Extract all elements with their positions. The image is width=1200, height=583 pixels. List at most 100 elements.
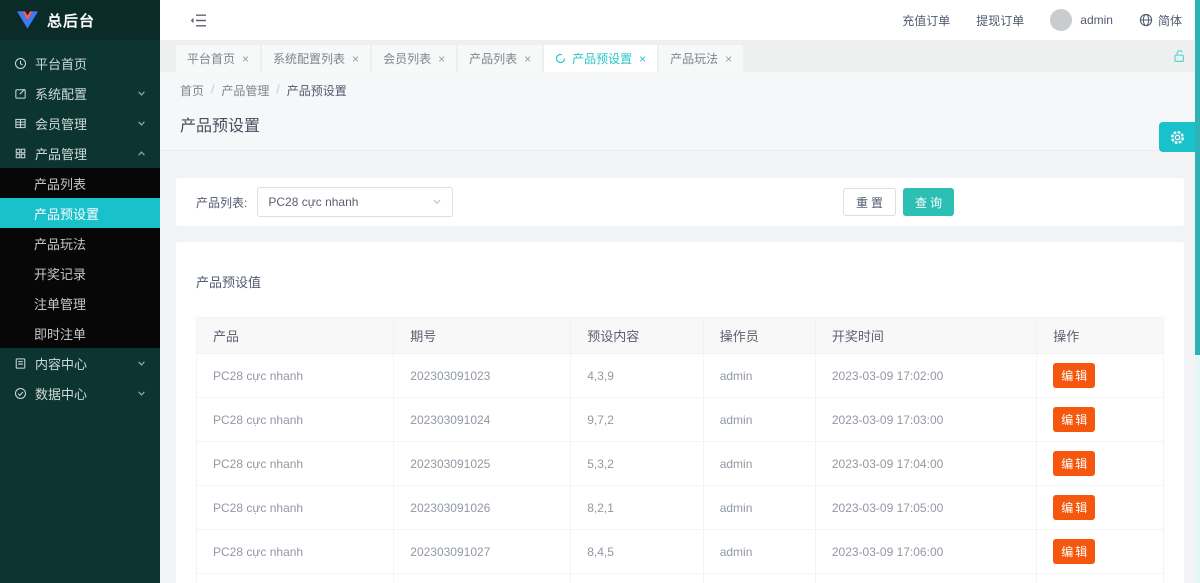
action-cell: 编辑 [1037,574,1164,583]
product-cell: PC28 cực nhanh [197,530,394,574]
breadcrumb-item[interactable]: 产品管理 [221,82,269,99]
clock-icon [14,57,27,70]
draw-time-cell: 2023-03-09 17:04:00 [815,442,1036,486]
product-list-label: 产品列表: [196,194,247,211]
menu-fold-icon[interactable] [190,13,207,28]
issue-cell: 202303091023 [394,354,571,398]
reset-button[interactable]: 重置 [843,188,896,216]
action-cell: 编辑 [1037,530,1164,574]
issue-cell: 202303091026 [394,486,571,530]
edit-button[interactable]: 编辑 [1053,539,1095,564]
sidebar-item-label: 平台首页 [35,54,87,73]
sidebar-item-edit[interactable]: 系统配置 [0,78,160,108]
action-cell: 编辑 [1037,442,1164,486]
breadcrumb-separator: / [276,82,279,99]
check-circle-icon [14,387,27,400]
filter-card: 产品列表: PC28 cực nhanh 重置 查询 [176,178,1184,226]
table-header-row: 产品期号预设内容操作员开奖时间操作 [197,318,1164,354]
sidebar-item-table[interactable]: 会员管理 [0,108,160,138]
operator-cell: admin [703,398,815,442]
close-icon[interactable]: × [725,53,732,65]
sidebar-item-label: 系统配置 [35,84,87,103]
chevron-down-icon [137,389,146,398]
chevron-down-icon [432,197,442,207]
scrollbar-thumb[interactable] [1195,0,1200,355]
table-row: PC28 cực nhanh2023030910255,3,2admin2023… [197,442,1164,486]
sidebar-item-label: 产品管理 [35,144,87,163]
tab-产品列表[interactable]: 产品列表 × [458,45,542,72]
tab-系统配置列表[interactable]: 系统配置列表× [262,45,370,72]
page-header: 首页/产品管理/产品预设置 产品预设置 [160,72,1200,151]
edit-button[interactable]: 编辑 [1053,451,1095,476]
logo[interactable]: 总后台 [0,0,160,40]
tab-bar: 平台首页×系统配置列表×会员列表×产品列表×产品预设置×产品玩法× [160,40,1200,72]
breadcrumb-item[interactable]: 首页 [180,82,204,99]
unlock-icon[interactable] [1172,49,1186,63]
tab-平台首页[interactable]: 平台首页× [176,45,260,72]
close-icon[interactable]: × [352,53,359,65]
draw-time-cell: 2023-03-09 17:05:00 [815,486,1036,530]
product-select[interactable]: PC28 cực nhanh [257,187,453,217]
tab-产品预设置[interactable]: 产品预设置× [544,45,657,72]
submenu-item[interactable]: 产品预设置 [0,198,160,228]
operator-cell: admin [703,486,815,530]
main-area: 充值订单 提现订单 admin 简体 平台首页×系统配置列表× 会员列表 × 产品列表 [160,0,1200,583]
vue-logo-icon [17,11,38,29]
username: admin [1080,13,1113,27]
sidebar-item-doc[interactable]: 内容中心 [0,348,160,378]
product-cell: PC28 cực nhanh [197,486,394,530]
tab-label: 会员列表 [383,50,431,67]
table-card: 产品预设值 产品期号预设内容操作员开奖时间操作 PC28 cực nhanh20… [176,242,1184,583]
tab-label: 产品列表 [469,50,517,67]
page-scrollbar[interactable] [1195,0,1200,583]
operator-cell: admin [703,354,815,398]
preset-cell: 9,7,2 [571,398,703,442]
close-icon[interactable]: × [524,53,531,65]
table-row: PC28 cực nhanh2023030910249,7,2admin2023… [197,398,1164,442]
edit-button[interactable]: 编辑 [1053,495,1095,520]
chevron-down-icon [137,119,146,128]
app: 总后台 平台首页系统配置会员管理产品管理产品列表产品预设置产品玩法开奖记录注单管… [0,0,1200,583]
sidebar-item-label: 会员管理 [35,114,87,133]
product-select-value: PC28 cực nhanh [268,195,358,209]
search-button[interactable]: 查询 [903,188,954,216]
refresh-icon[interactable] [555,53,566,64]
operator-cell: admin [703,530,815,574]
chevron-up-icon [137,149,146,158]
submenu-item[interactable]: 注单管理 [0,288,160,318]
tab-会员列表[interactable]: 会员列表 × [372,45,456,72]
close-icon[interactable]: × [242,53,249,65]
column-header: 开奖时间 [815,318,1036,354]
issue-cell: 202303091024 [394,398,571,442]
sidebar-item-clock[interactable]: 平台首页 [0,48,160,78]
grid-icon [14,147,27,160]
settings-button[interactable] [1159,122,1195,152]
page-title: 产品预设置 [180,112,1180,136]
language-switcher[interactable]: 简体 [1139,12,1182,29]
submenu-item[interactable]: 产品列表 [0,168,160,198]
tab-产品玩法[interactable]: 产品玩法× [659,45,743,72]
user-menu[interactable]: admin [1050,9,1113,31]
action-cell: 编辑 [1037,398,1164,442]
action-cell: 编辑 [1037,486,1164,530]
sidebar-item-label: 数据中心 [35,384,87,403]
filter-buttons: 重置 查询 [843,188,954,216]
preset-table: 产品期号预设内容操作员开奖时间操作 PC28 cực nhanh20230309… [196,317,1164,583]
preset-cell: 7,4,5 [571,574,703,583]
edit-button[interactable]: 编辑 [1053,363,1095,388]
table-row: PC28 cực nhanh2023030910268,2,1admin2023… [197,486,1164,530]
withdraw-orders-link[interactable]: 提现订单 [976,12,1024,29]
recharge-orders-link[interactable]: 充值订单 [902,12,950,29]
submenu-item[interactable]: 开奖记录 [0,258,160,288]
edit-button[interactable]: 编辑 [1053,407,1095,432]
chevron-down-icon [137,359,146,368]
close-icon[interactable]: × [639,53,646,65]
close-icon[interactable]: × [438,53,445,65]
submenu-item[interactable]: 即时注单 [0,318,160,348]
issue-cell: 202303091027 [394,530,571,574]
sidebar-item-check-circle[interactable]: 数据中心 [0,378,160,408]
submenu-item[interactable]: 产品玩法 [0,228,160,258]
sidebar-item-grid[interactable]: 产品管理 [0,138,160,168]
breadcrumb-item: 产品预设置 [287,82,347,99]
preset-cell: 5,3,2 [571,442,703,486]
